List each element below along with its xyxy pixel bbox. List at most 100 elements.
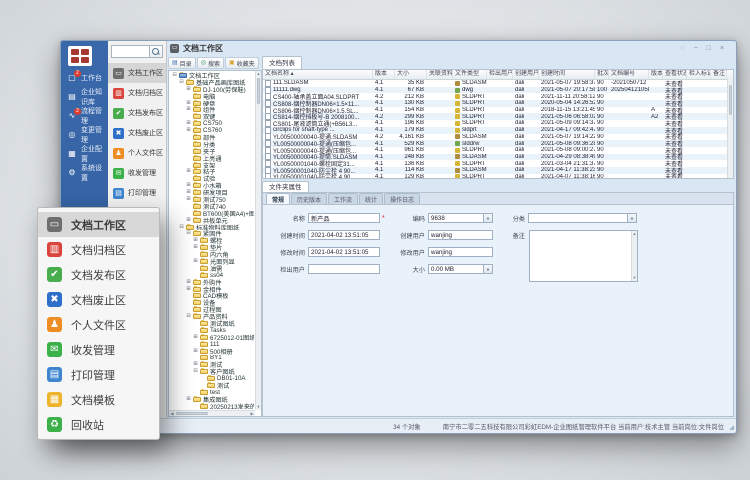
tree-node[interactable]: Tasks <box>170 327 254 334</box>
tree-expander-icon[interactable]: ⊞ <box>193 238 198 243</box>
name-field[interactable]: 新产品 <box>308 213 380 223</box>
tree-node[interactable]: 内六角 <box>170 251 254 258</box>
workspace-menu-item[interactable]: ▭ 文档工作区 <box>108 63 166 83</box>
tree-expander-icon[interactable]: ⊟ <box>186 314 191 319</box>
column-header[interactable]: 文档名称 ▴ <box>263 70 373 79</box>
workspace-menu-item[interactable]: ✖ 文档废止区 <box>108 123 166 143</box>
column-header[interactable]: 备注 <box>711 70 727 79</box>
tree-node[interactable]: CAD模板 <box>170 293 254 300</box>
list-vertical-scrollbar[interactable] <box>727 79 733 178</box>
tree-node[interactable]: ⊞ 小水箱 <box>170 182 254 189</box>
tree-expander-icon[interactable]: ⊞ <box>186 87 191 92</box>
window-control-button[interactable]: − <box>694 44 698 53</box>
search-button[interactable] <box>150 45 163 58</box>
tree-expander-icon[interactable]: ⊞ <box>186 128 191 133</box>
tree-node[interactable]: 部件 <box>170 134 254 141</box>
checkout-user-field[interactable] <box>308 264 380 274</box>
tree-node[interactable]: ⊞ CS750 <box>170 120 254 127</box>
creator-field[interactable]: wanjing <box>428 230 493 240</box>
scrollbar-thumb[interactable] <box>176 412 208 415</box>
sidebar-item[interactable]: ▦ 企业配置 <box>61 144 108 163</box>
column-header[interactable]: 检出用户 <box>487 70 513 79</box>
file-row[interactable]: YL00500001040-防尘栓 4 90... 4.1 129 KB SLD… <box>263 174 733 179</box>
size-dropdown-icon[interactable]: ▼ <box>484 264 493 274</box>
tree-node[interactable]: 试验 <box>170 175 254 182</box>
tree-node[interactable]: 夹子 <box>170 148 254 155</box>
remark-textarea[interactable]: ▲ ▼ <box>529 230 638 282</box>
tree-node[interactable]: 20250213发来的图纸 <box>170 403 254 409</box>
remark-scrollbar[interactable]: ▲ ▼ <box>631 231 637 281</box>
tree-expander-icon[interactable]: ⊞ <box>186 107 191 112</box>
tree-expander-icon[interactable]: ⊞ <box>186 169 191 174</box>
tree-node[interactable]: ⊞ 外购件 <box>170 279 254 286</box>
properties-tab[interactable]: 工作流 <box>328 193 358 204</box>
workspace-menu-item[interactable]: ▤ 打印管理 <box>108 183 166 203</box>
popup-menu-item[interactable]: ✖ 文档废止区 <box>38 287 159 312</box>
tree-node[interactable]: ⊞ 金相件 <box>170 286 254 293</box>
tree-node[interactable]: test <box>170 389 254 396</box>
scroll-right-icon[interactable]: ▶ <box>249 411 255 417</box>
category-dropdown-icon[interactable]: ▼ <box>628 213 637 223</box>
sidebar-item[interactable]: ▢ 2 工作台 <box>61 68 108 87</box>
tree-node[interactable]: ⊞ DJ-100(劳保鞋) <box>170 86 254 93</box>
tree-expander-icon[interactable]: ⊞ <box>193 245 198 250</box>
tree-node[interactable]: 分类 <box>170 141 254 148</box>
sidebar-item[interactable]: ▤ 企业知识库 <box>61 87 108 106</box>
tree-node[interactable]: ⊞ 集成图纸 <box>170 396 254 403</box>
tree-node[interactable]: BY1 <box>170 355 254 362</box>
created-time-field[interactable]: 2021-04-02 13:51:05 <box>308 230 380 240</box>
popup-menu-item[interactable]: ♟ 个人文件区 <box>38 312 159 337</box>
tree-expander-icon[interactable]: ⊞ <box>186 287 191 292</box>
tree-expander-icon[interactable]: ⊞ <box>186 121 191 126</box>
popup-menu-item[interactable]: ▭ 文档工作区 <box>38 212 159 237</box>
tree-tab[interactable]: ▤ 目录 <box>168 57 196 69</box>
tree-node[interactable]: DB01-10A <box>170 375 254 382</box>
column-header[interactable]: 版本 <box>373 70 395 79</box>
tree-node[interactable]: ⊞ 研发项目 <box>170 189 254 196</box>
modified-time-field[interactable]: 2021-04-02 13:51:05 <box>308 247 380 257</box>
tree-expander-icon[interactable]: ⊟ <box>193 369 198 374</box>
properties-tab[interactable]: 操作日志 <box>384 193 420 204</box>
sidebar-item[interactable]: ◎ 变更管理 <box>61 125 108 144</box>
tree-node[interactable]: 上亮通 <box>170 155 254 162</box>
tree-expander-icon[interactable]: ⊟ <box>172 73 177 78</box>
code-field[interactable]: 9638 <box>428 213 484 223</box>
tree-node[interactable]: ⊞ 硬盘 <box>170 100 254 107</box>
tree-node[interactable]: ⊟ 紧固件 <box>170 230 254 237</box>
popup-menu-item[interactable]: ▥ 文档归档区 <box>38 237 159 262</box>
popup-menu-item[interactable]: ✉ 收发管理 <box>38 337 159 362</box>
tree-node[interactable]: 测试图纸 <box>170 320 254 327</box>
tree-node[interactable]: ⊟ 文档工作区 <box>170 72 254 79</box>
workspace-menu-item[interactable]: ✔ 文档发布区 <box>108 103 166 123</box>
tree-node[interactable]: ⊞ 共板单元 <box>170 217 254 224</box>
scroll-up-icon[interactable]: ▲ <box>632 231 637 237</box>
tree-node[interactable]: 111 <box>170 341 254 348</box>
tree-expander-icon[interactable]: ⊟ <box>179 80 184 85</box>
tree-node[interactable]: 测试 <box>170 382 254 389</box>
tree-node[interactable]: 测试740 <box>170 203 254 210</box>
window-control-button[interactable]: □ <box>707 44 711 53</box>
column-header[interactable]: 版本 <box>649 70 663 79</box>
tree-expander-icon[interactable]: ⊞ <box>186 101 191 106</box>
tree-expander-icon[interactable]: ⊞ <box>186 218 191 223</box>
modifier-field[interactable]: wanjing <box>428 247 493 257</box>
tree-node[interactable]: ⊟ 客户图纸 <box>170 368 254 375</box>
tree-node[interactable]: 设备 <box>170 299 254 306</box>
tree-node[interactable]: ⊞ 6725012-01图纸 <box>170 334 254 341</box>
tree-node[interactable]: ⊞ 500相册 <box>170 348 254 355</box>
tree-expander-icon[interactable]: ⊞ <box>193 362 198 367</box>
column-header[interactable]: 文档编号 <box>609 70 649 79</box>
properties-tab[interactable]: 历史版本 <box>291 193 327 204</box>
tree-node[interactable]: ⊞ 粘子 <box>170 168 254 175</box>
workspace-menu-item[interactable]: ▥ 文档归档区 <box>108 83 166 103</box>
resize-grip[interactable]: ◢ <box>729 424 734 431</box>
tree-expander-icon[interactable]: ⊞ <box>186 280 191 285</box>
tree-expander-icon[interactable]: ⊟ <box>179 225 184 230</box>
column-header[interactable]: 创建用户 <box>513 70 539 79</box>
tree-tab[interactable]: ▣ 收藏夹 <box>225 57 259 69</box>
column-header[interactable]: 文件类型 <box>453 70 487 79</box>
tree-horizontal-scrollbar[interactable]: ◀ ▶ <box>169 410 255 416</box>
tree-node[interactable]: ⊞ 组件 <box>170 106 254 113</box>
file-list-tab[interactable]: 文档列表 <box>262 56 302 70</box>
popup-menu-item[interactable]: ✔ 文档发布区 <box>38 262 159 287</box>
